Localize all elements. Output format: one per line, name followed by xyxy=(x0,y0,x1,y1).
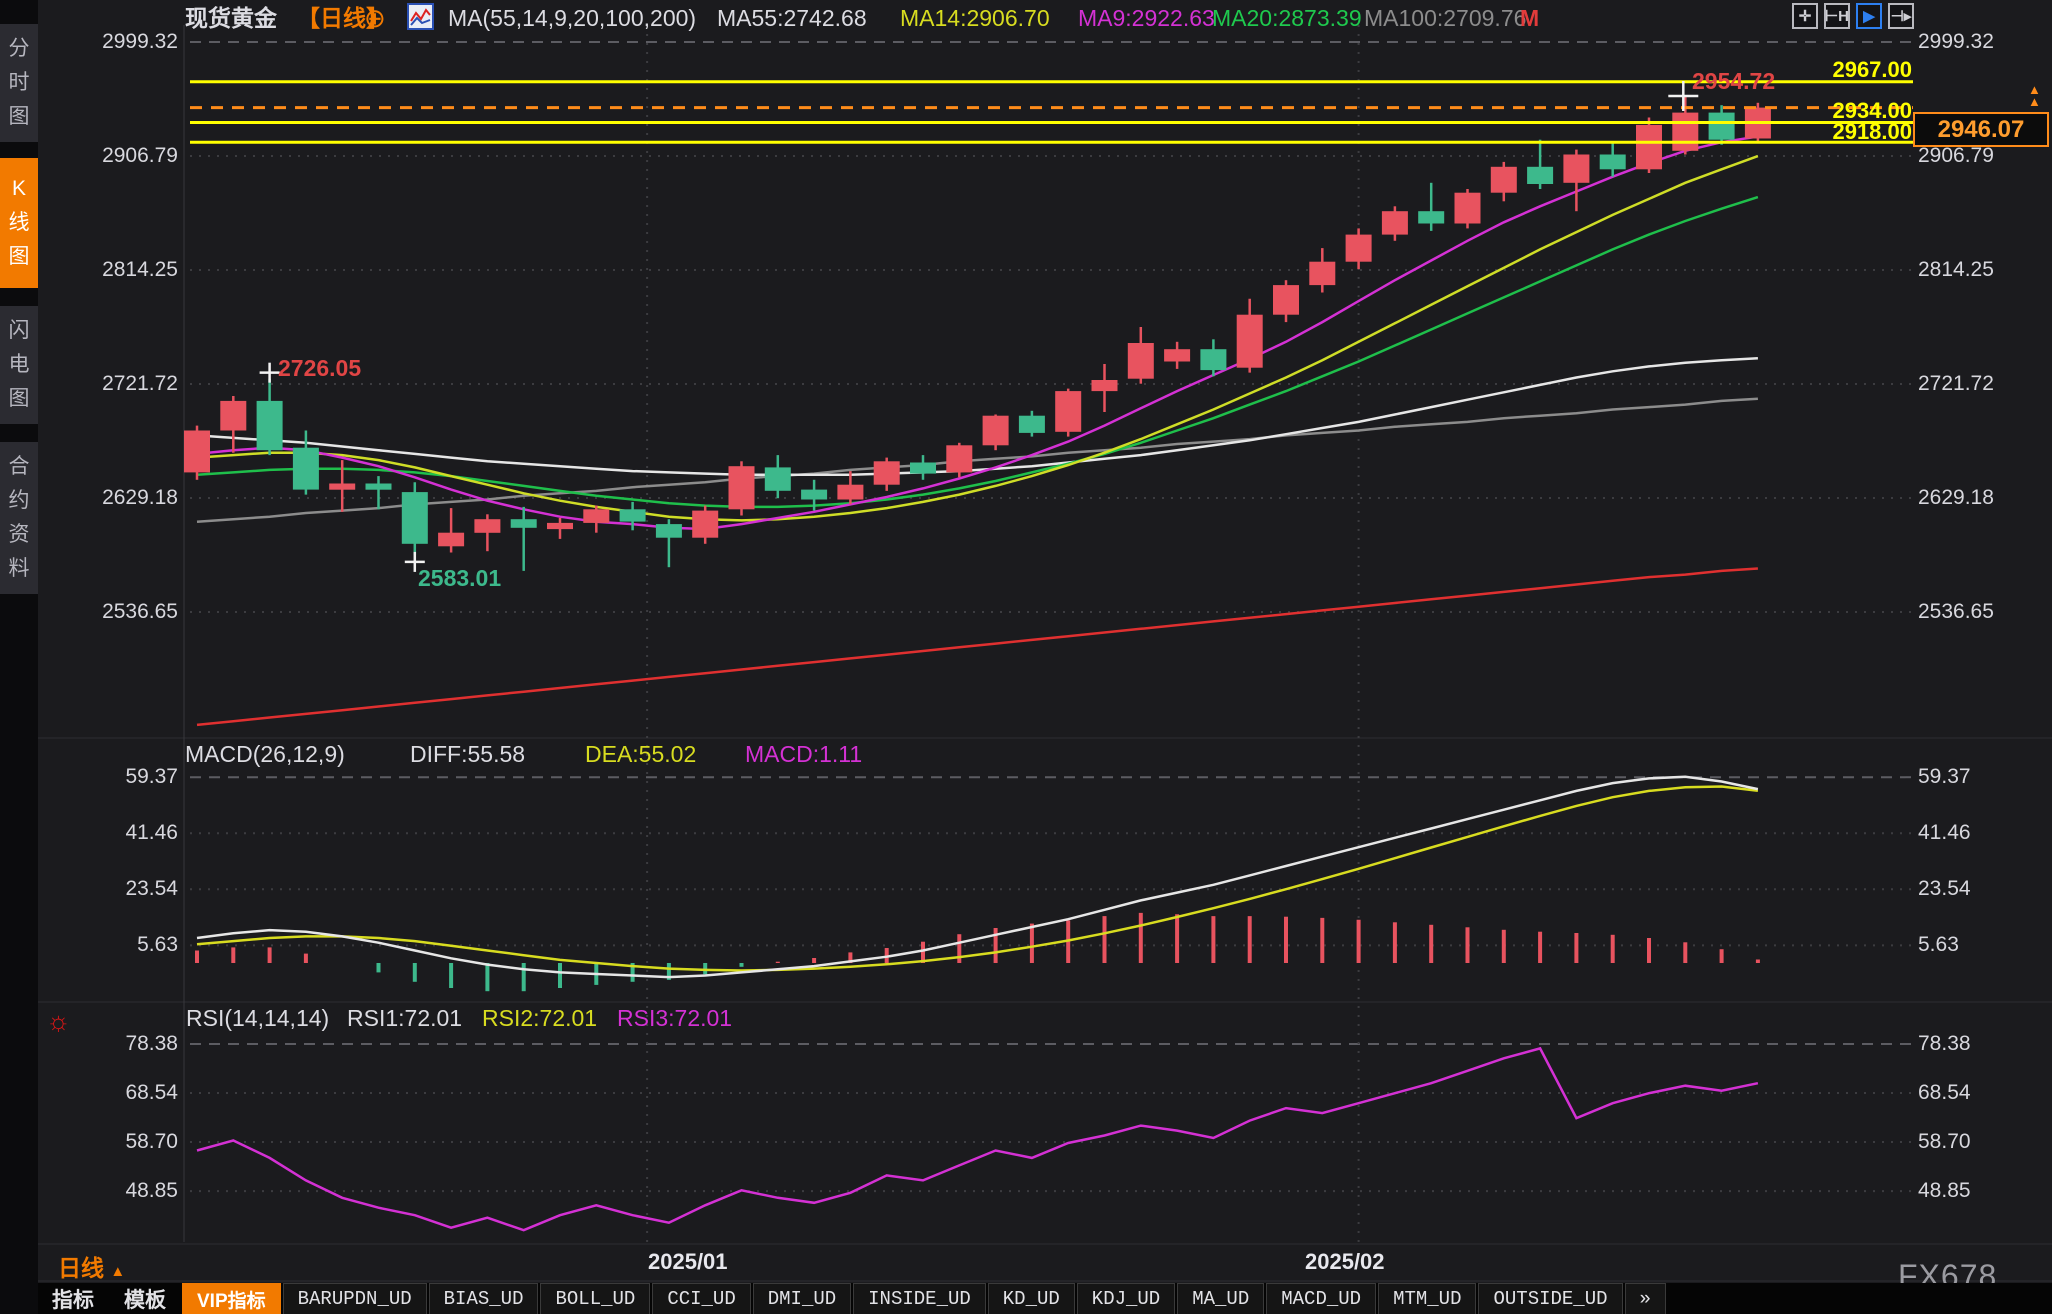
mini-chart-icon[interactable] xyxy=(407,3,434,30)
rsi-axis-label: 78.38 xyxy=(38,1032,178,1056)
x-axis-label-jan: 2025/01 xyxy=(648,1249,728,1275)
bottom-tab-9[interactable]: KD_UD xyxy=(988,1283,1075,1314)
gridlines xyxy=(190,25,1913,1242)
macd-axis-label: 59.37 xyxy=(1918,765,1971,789)
bottom-tab-13[interactable]: MTM_UD xyxy=(1378,1283,1476,1314)
price-up-arrows-icon: ▲▲ xyxy=(2028,84,2041,108)
ma14-value: MA14:2906.70 xyxy=(900,4,1050,32)
macd-axis-label: 41.46 xyxy=(38,821,178,845)
level-label-2967[interactable]: 2967.00 xyxy=(38,57,1912,83)
price-axis-label: 2629.18 xyxy=(1918,486,1994,510)
sidebar-item-1[interactable]: K线图 xyxy=(0,158,38,288)
macd-axis-label: 59.37 xyxy=(38,765,178,789)
bottom-tab-4[interactable]: BIAS_UD xyxy=(429,1283,539,1314)
sidebar-item-2[interactable]: 闪电图 xyxy=(0,306,38,424)
rsi-axis-label: 68.54 xyxy=(38,1081,178,1105)
candles xyxy=(184,97,1771,571)
rsi-axis-label: 58.70 xyxy=(1918,1130,1971,1154)
sidebar-item-0[interactable]: 分时图 xyxy=(0,24,38,142)
price-axis-label: 2536.65 xyxy=(38,600,178,624)
period-selector-label: 日线 xyxy=(58,1255,104,1281)
x-axis-label-feb: 2025/02 xyxy=(1305,1249,1385,1275)
bottom-tab-11[interactable]: MA_UD xyxy=(1177,1283,1264,1314)
ma55-value: MA55:2742.68 xyxy=(717,4,867,32)
price-axis-label: 2999.32 xyxy=(1918,30,1994,54)
swing-high-marker xyxy=(260,363,280,383)
bottom-tab-15[interactable]: » xyxy=(1625,1283,1666,1314)
chart-canvas[interactable] xyxy=(0,0,2052,1314)
indicator-tabbar: 指标模板VIP指标BARUPDN_UDBIAS_UDBOLL_UDCCI_UDD… xyxy=(38,1283,2052,1314)
ma14-line xyxy=(197,156,1758,520)
rsi3-value: RSI3:72.01 xyxy=(617,1004,732,1032)
chart-application: 分时图K线图闪电图合约资料 现货黄金 【日线】 ⊕ MA(55,14,9,20,… xyxy=(0,0,2052,1314)
macd-dea-value: DEA:55.02 xyxy=(585,740,696,768)
macd-axis-label: 5.63 xyxy=(1918,933,1959,957)
level-label-2918[interactable]: 2918.00 xyxy=(38,119,1912,145)
left-sidebar: 分时图 K线图闪电图合约资料 xyxy=(0,0,38,1314)
macd-diff-value: DIFF:55.58 xyxy=(410,740,525,768)
ma100-value: MA100:2709.76 xyxy=(1364,4,1526,32)
macd-value: MACD:1.11 xyxy=(745,740,862,768)
rsi-line xyxy=(197,1048,1758,1230)
bottom-tab-1[interactable]: 模板 xyxy=(110,1283,180,1314)
rsi-axis-label: 48.85 xyxy=(38,1179,178,1203)
price-axis-label: 2906.79 xyxy=(1918,144,1994,168)
ma-settings-label: MA(55,14,9,20,100,200) xyxy=(448,4,696,32)
axis-scale-icon[interactable]: ⊢H xyxy=(1824,3,1850,29)
macd-title: MACD(26,12,9) xyxy=(185,740,345,768)
macd-axis-label: 41.46 xyxy=(1918,821,1971,845)
price-axis-label: 2536.65 xyxy=(1918,600,1994,624)
rsi-axis-label: 58.70 xyxy=(38,1130,178,1154)
bottom-tab-2[interactable]: VIP指标 xyxy=(182,1283,281,1314)
macd-histogram xyxy=(197,913,1758,991)
macd-axis-label: 23.54 xyxy=(38,877,178,901)
price-axis-label: 2814.25 xyxy=(1918,258,1994,282)
bottom-tab-0[interactable]: 指标 xyxy=(38,1283,108,1314)
bottom-tab-12[interactable]: MACD_UD xyxy=(1266,1283,1376,1314)
add-indicator-icon[interactable]: ⊕ xyxy=(364,4,386,32)
bottom-tab-8[interactable]: INSIDE_UD xyxy=(853,1283,986,1314)
ma9-value: MA9:2922.63 xyxy=(1078,4,1215,32)
macd-dea-line xyxy=(197,787,1758,971)
price-axis-label: 2721.72 xyxy=(38,372,178,396)
bottom-tab-3[interactable]: BARUPDN_UD xyxy=(283,1283,427,1314)
crosshair-icon[interactable]: ✛ xyxy=(1792,3,1818,29)
price-axis-label: 2721.72 xyxy=(1918,372,1994,396)
bottom-tab-14[interactable]: OUTSIDE_UD xyxy=(1478,1283,1622,1314)
macd-axis-label: 5.63 xyxy=(38,933,178,957)
swing-high-label-dec: 2726.05 xyxy=(278,355,361,382)
swing-low-label: 2583.01 xyxy=(418,565,501,592)
macd-axis-label: 23.54 xyxy=(1918,877,1971,901)
rsi-title: RSI(14,14,14) xyxy=(186,1004,329,1032)
ma100-line xyxy=(197,399,1758,522)
rsi-axis-label: 78.38 xyxy=(1918,1032,1971,1056)
period-arrow-icon: ▲ xyxy=(110,1263,125,1280)
rsi-axis-label: 48.85 xyxy=(1918,1179,1971,1203)
play-axis-icon[interactable]: ▶ xyxy=(1856,3,1882,29)
rsi-axis-label: 68.54 xyxy=(1918,1081,1971,1105)
bottom-tab-5[interactable]: BOLL_UD xyxy=(540,1283,650,1314)
price-axis-label: 2999.32 xyxy=(38,30,178,54)
price-axis-label: 2814.25 xyxy=(38,258,178,282)
period-selector[interactable]: 日线 ▲ xyxy=(58,1249,125,1283)
ma200-value-truncated: M xyxy=(1520,4,1539,32)
rsi2-value: RSI2:72.01 xyxy=(482,1004,597,1032)
price-axis-label: 2629.18 xyxy=(38,486,178,510)
price-axis-label: 2906.79 xyxy=(38,144,178,168)
bottom-tab-6[interactable]: CCI_UD xyxy=(652,1283,750,1314)
symbol-title: 现货黄金 xyxy=(185,4,277,32)
ma20-value: MA20:2873.39 xyxy=(1212,4,1362,32)
shift-bar-icon[interactable]: ⊣▸ xyxy=(1888,3,1914,29)
sidebar-item-3[interactable]: 合约资料 xyxy=(0,442,38,594)
macd-diff-line xyxy=(197,777,1758,977)
current-price-badge: 2946.07 xyxy=(1913,112,2049,147)
rsi1-value: RSI1:72.01 xyxy=(347,1004,462,1032)
bottom-tab-10[interactable]: KDJ_UD xyxy=(1077,1283,1175,1314)
bottom-tab-7[interactable]: DMI_UD xyxy=(753,1283,851,1314)
